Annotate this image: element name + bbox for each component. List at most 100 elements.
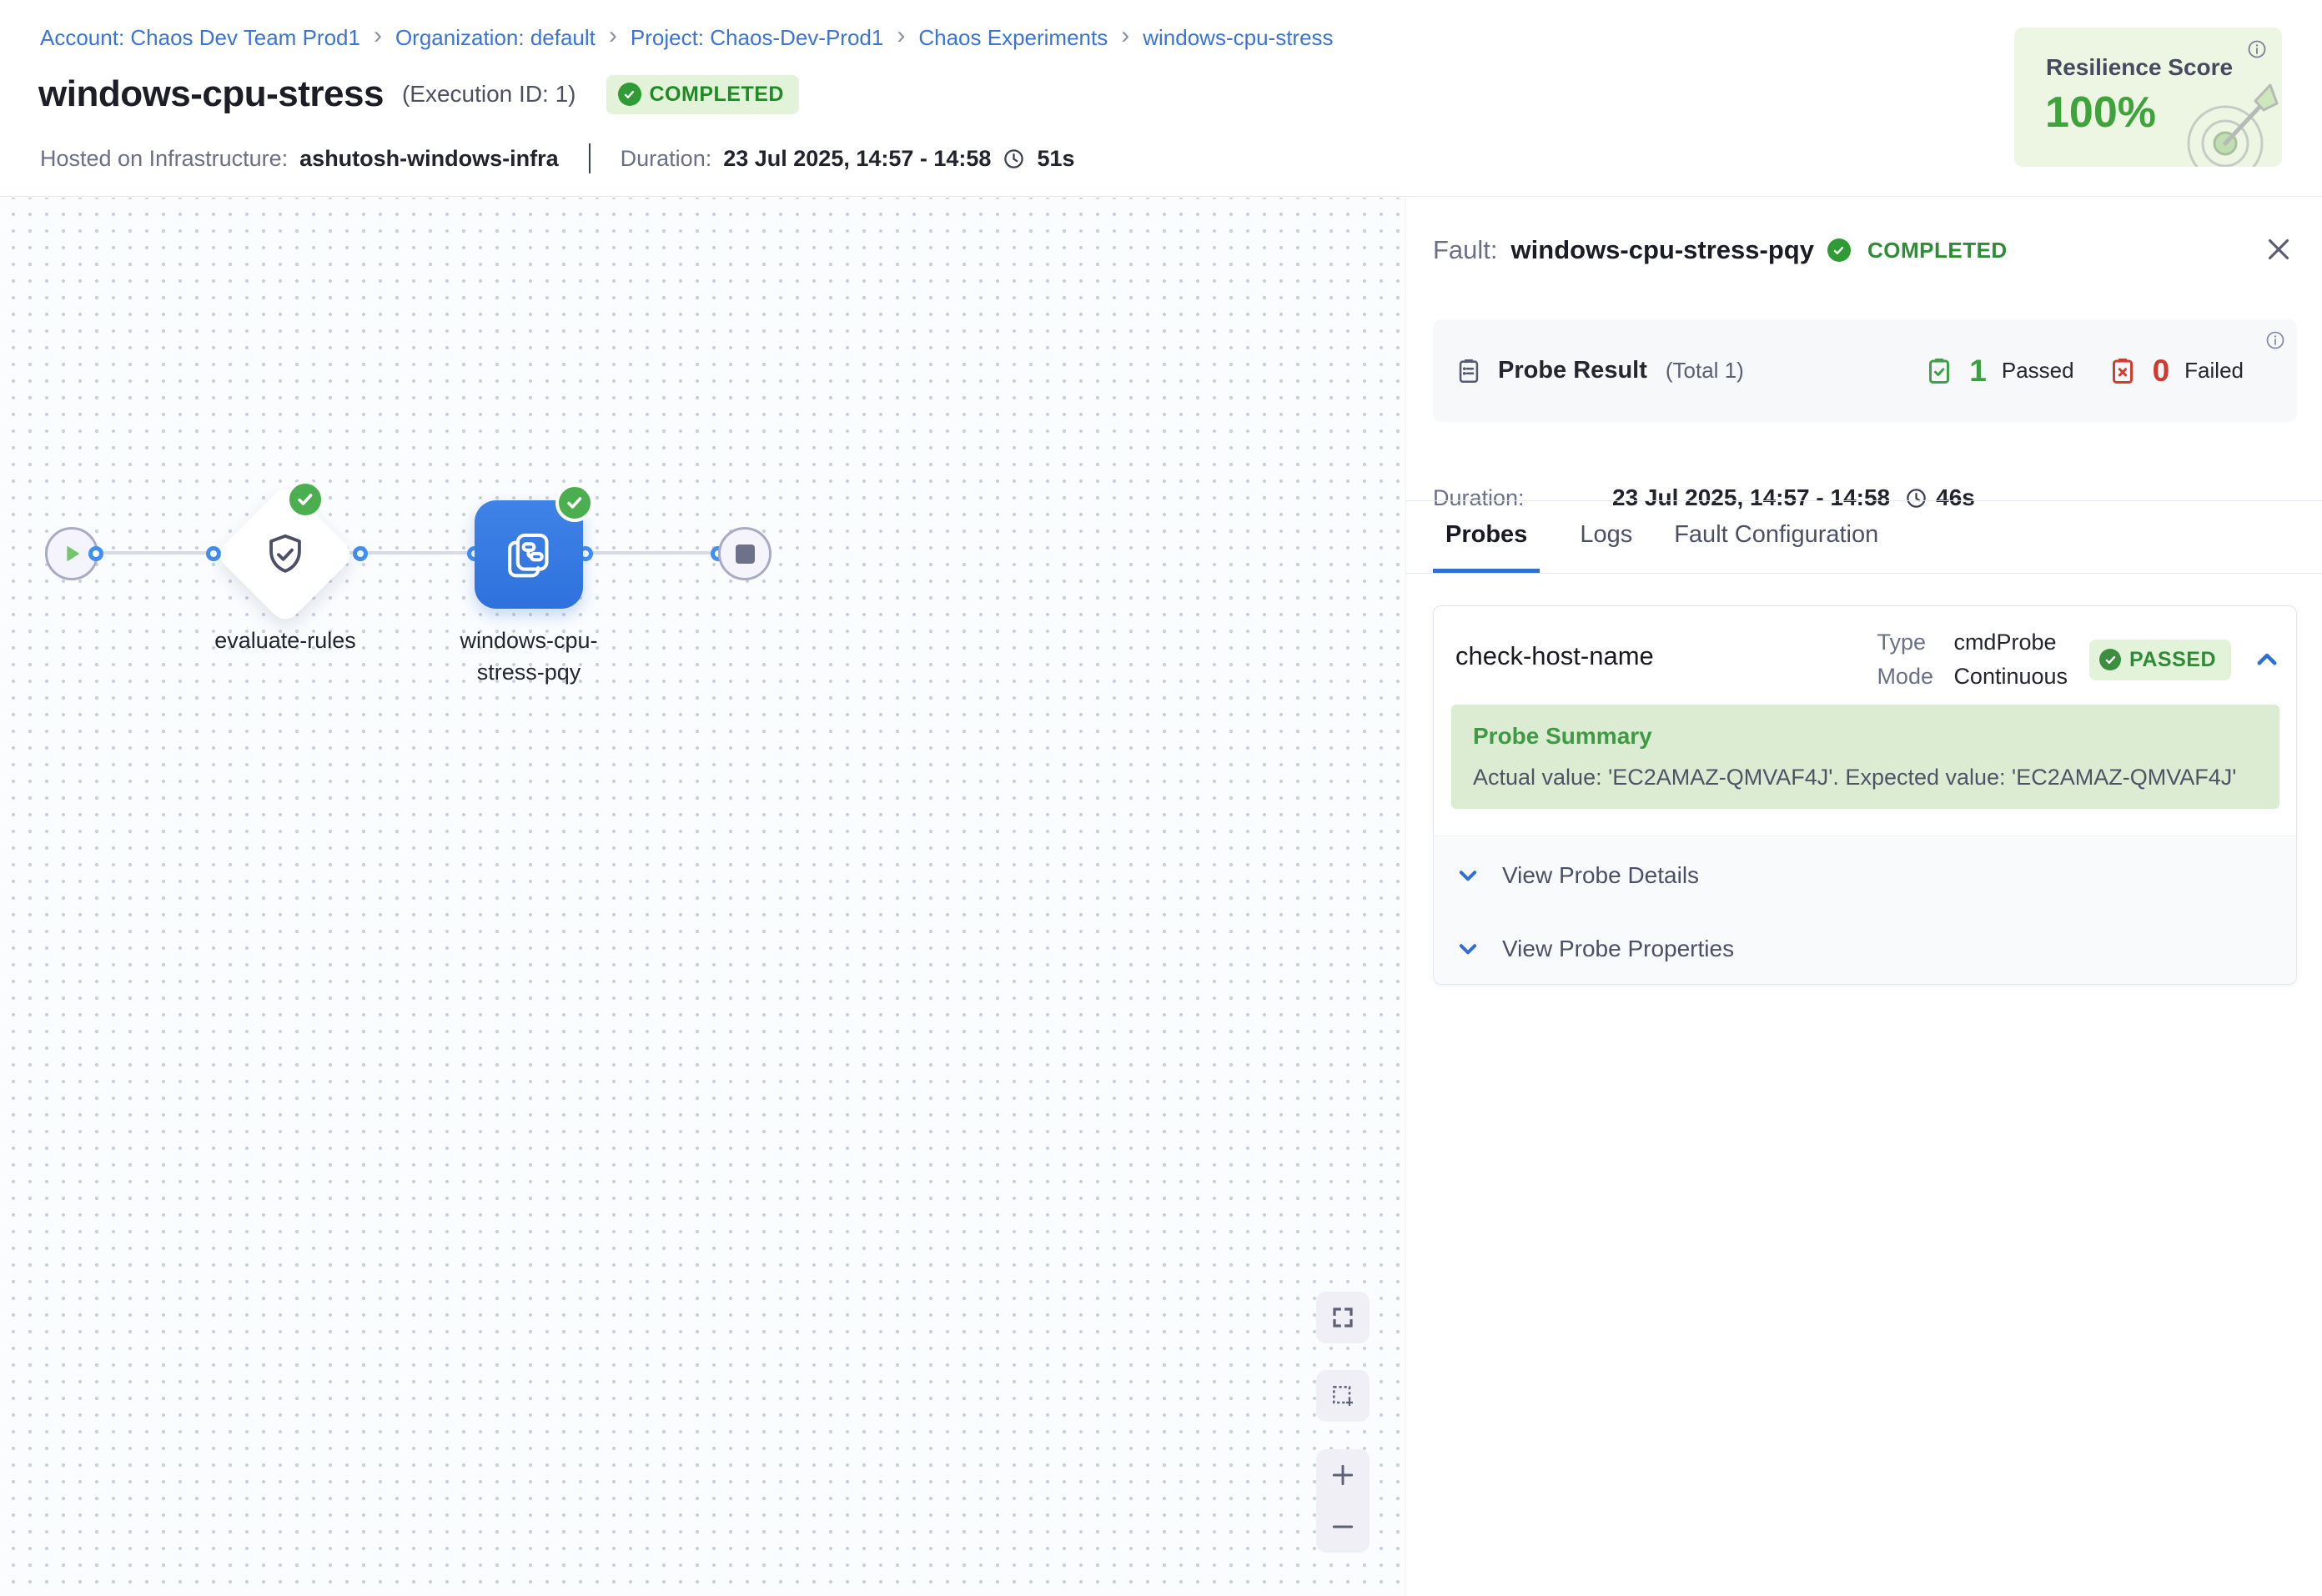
probe-card-header[interactable]: check-host-name Type cmdProbe Mode Conti… [1434, 606, 2296, 690]
chaos-fault-icon [501, 527, 556, 582]
fullscreen-button[interactable] [1316, 1292, 1370, 1343]
probe-result-summary-card: Probe Result (Total 1) 1 Passed 0 Failed [1433, 319, 2297, 422]
play-icon [59, 541, 84, 566]
tab-probes[interactable]: Probes [1433, 501, 1540, 573]
duration-label: Duration: [621, 146, 712, 172]
probe-summary-title: Probe Summary [1473, 723, 2258, 750]
node-label-evaluate-rules: evaluate-rules [185, 625, 385, 656]
stop-icon [736, 545, 755, 564]
workflow-canvas[interactable]: evaluate-rules windows-cpu-stress-pqy [0, 198, 1405, 1596]
clipboard-check-icon [1924, 356, 1954, 386]
view-probe-properties-label: View Probe Properties [1502, 936, 1734, 962]
experiment-status-text: COMPLETED [650, 83, 784, 107]
fault-label: Fault: [1433, 235, 1498, 265]
fault-panel-tabs: Probes Logs Fault Configuration [1406, 500, 2322, 574]
probe-result-counts: 1 Passed 0 Failed [1924, 354, 2244, 389]
probe-summary-box: Probe Summary Actual value: 'EC2AMAZ-QMV… [1451, 705, 2279, 809]
duration-value: 23 Jul 2025, 14:57 - 14:58 [723, 146, 991, 172]
view-probe-details-toggle[interactable]: View Probe Details [1455, 841, 2296, 910]
probe-mode-label: Mode [1877, 664, 1953, 690]
chevron-down-icon [1455, 936, 1480, 961]
title-row: windows-cpu-stress (Execution ID: 1) COM… [38, 73, 799, 115]
tab-logs[interactable]: Logs [1578, 501, 1634, 573]
connector-point [353, 546, 368, 561]
resilience-score-card: Resilience Score 100% [2014, 28, 2282, 167]
breadcrumb-separator: › [374, 23, 382, 52]
clipboard-x-icon [2108, 356, 2138, 386]
probe-result-title: Probe Result [1498, 357, 1647, 384]
success-badge-icon [555, 484, 594, 522]
check-circle-icon [618, 83, 641, 106]
experiment-meta-row: Hosted on Infrastructure: ashutosh-windo… [40, 143, 1075, 173]
probe-name: check-host-name [1455, 630, 1654, 671]
breadcrumb-separator: › [609, 23, 617, 52]
success-badge-icon [286, 480, 324, 519]
probe-status-badge: PASSED [2089, 640, 2231, 680]
duration-elapsed: 51s [1037, 146, 1074, 172]
fault-name: windows-cpu-stress-pqy [1511, 235, 1814, 265]
probe-status-text: PASSED [2129, 648, 2216, 672]
marquee-select-icon [1329, 1383, 1356, 1409]
probe-type-value: cmdProbe [1953, 630, 2056, 655]
page-title: windows-cpu-stress [38, 73, 384, 115]
breadcrumb-current-experiment[interactable]: windows-cpu-stress [1143, 25, 1333, 51]
meta-divider [589, 143, 591, 173]
resilience-score-value: 100% [2045, 88, 2156, 138]
probe-card-check-host-name: check-host-name Type cmdProbe Mode Conti… [1433, 605, 2297, 985]
breadcrumb-separator: › [1121, 23, 1129, 52]
passed-count: 1 [1969, 354, 1987, 389]
clipboard-icon [1455, 357, 1483, 385]
tab-fault-configuration[interactable]: Fault Configuration [1672, 501, 1880, 573]
failed-count: 0 [2153, 354, 2170, 389]
breadcrumb-separator: › [897, 23, 905, 52]
fault-status-text: COMPLETED [1867, 238, 2008, 263]
view-probe-properties-toggle[interactable]: View Probe Properties [1455, 915, 2296, 983]
experiment-status-badge: COMPLETED [606, 75, 799, 114]
pipeline-connector-line [72, 551, 745, 555]
probe-type-mode: Type cmdProbe Mode Continuous [1877, 630, 2068, 690]
zoom-out-icon[interactable] [1329, 1513, 1356, 1540]
hosted-on-label: Hosted on Infrastructure: [40, 146, 288, 172]
connector-point [206, 546, 221, 561]
selection-tool-button[interactable] [1316, 1370, 1370, 1422]
view-probe-details-label: View Probe Details [1502, 862, 1699, 889]
breadcrumb: Account: Chaos Dev Team Prod1 › Organiza… [40, 23, 1334, 52]
info-icon[interactable] [2247, 39, 2267, 59]
fault-header: Fault: windows-cpu-stress-pqy COMPLETED [1433, 235, 2247, 265]
zoom-in-icon[interactable] [1329, 1462, 1356, 1488]
close-icon[interactable] [2264, 234, 2294, 264]
node-label-windows-cpu-stress-pqy: windows-cpu-stress-pqy [458, 625, 600, 688]
fault-details-panel: Fault: windows-cpu-stress-pqy COMPLETED … [1405, 198, 2322, 1596]
breadcrumb-project[interactable]: Project: Chaos-Dev-Prod1 [631, 25, 883, 51]
chevron-up-icon[interactable] [2253, 645, 2281, 674]
probe-meta: Type cmdProbe Mode Continuous PASSED [1877, 630, 2281, 690]
probe-card-footer: View Probe Details View Probe Properties [1434, 836, 2296, 984]
probe-mode-value: Continuous [1953, 664, 2068, 690]
infrastructure-name: ashutosh-windows-infra [299, 146, 559, 172]
passed-label: Passed [2002, 358, 2074, 384]
probe-result-left: Probe Result (Total 1) [1455, 357, 1744, 385]
probe-type-label: Type [1877, 630, 1953, 655]
target-illustration [2184, 73, 2282, 167]
breadcrumb-chaos-experiments[interactable]: Chaos Experiments [918, 25, 1108, 51]
chaos-experiment-run-page: Account: Chaos Dev Team Prod1 › Organiza… [0, 0, 2322, 1596]
resilience-score-title: Resilience Score [2046, 54, 2233, 81]
shield-check-icon [261, 530, 309, 579]
info-icon[interactable] [2265, 330, 2285, 350]
zoom-controls [1316, 1449, 1370, 1553]
chevron-down-icon [1455, 863, 1480, 888]
connector-point [88, 546, 103, 561]
end-node[interactable] [718, 527, 771, 580]
breadcrumb-organization[interactable]: Organization: default [395, 25, 596, 51]
breadcrumb-account[interactable]: Account: Chaos Dev Team Prod1 [40, 25, 360, 51]
failed-label: Failed [2184, 358, 2244, 384]
node-evaluate-rules[interactable] [214, 484, 356, 625]
page-header: Account: Chaos Dev Team Prod1 › Organiza… [0, 0, 2322, 197]
execution-id: (Execution ID: 1) [402, 81, 576, 108]
check-circle-icon [1827, 238, 1851, 262]
clock-icon [1003, 148, 1025, 170]
probe-result-total: (Total 1) [1666, 358, 1744, 384]
probe-summary-text: Actual value: 'EC2AMAZ-QMVAF4J'. Expecte… [1473, 765, 2258, 790]
fullscreen-icon [1330, 1305, 1355, 1330]
check-circle-icon [2099, 649, 2121, 670]
